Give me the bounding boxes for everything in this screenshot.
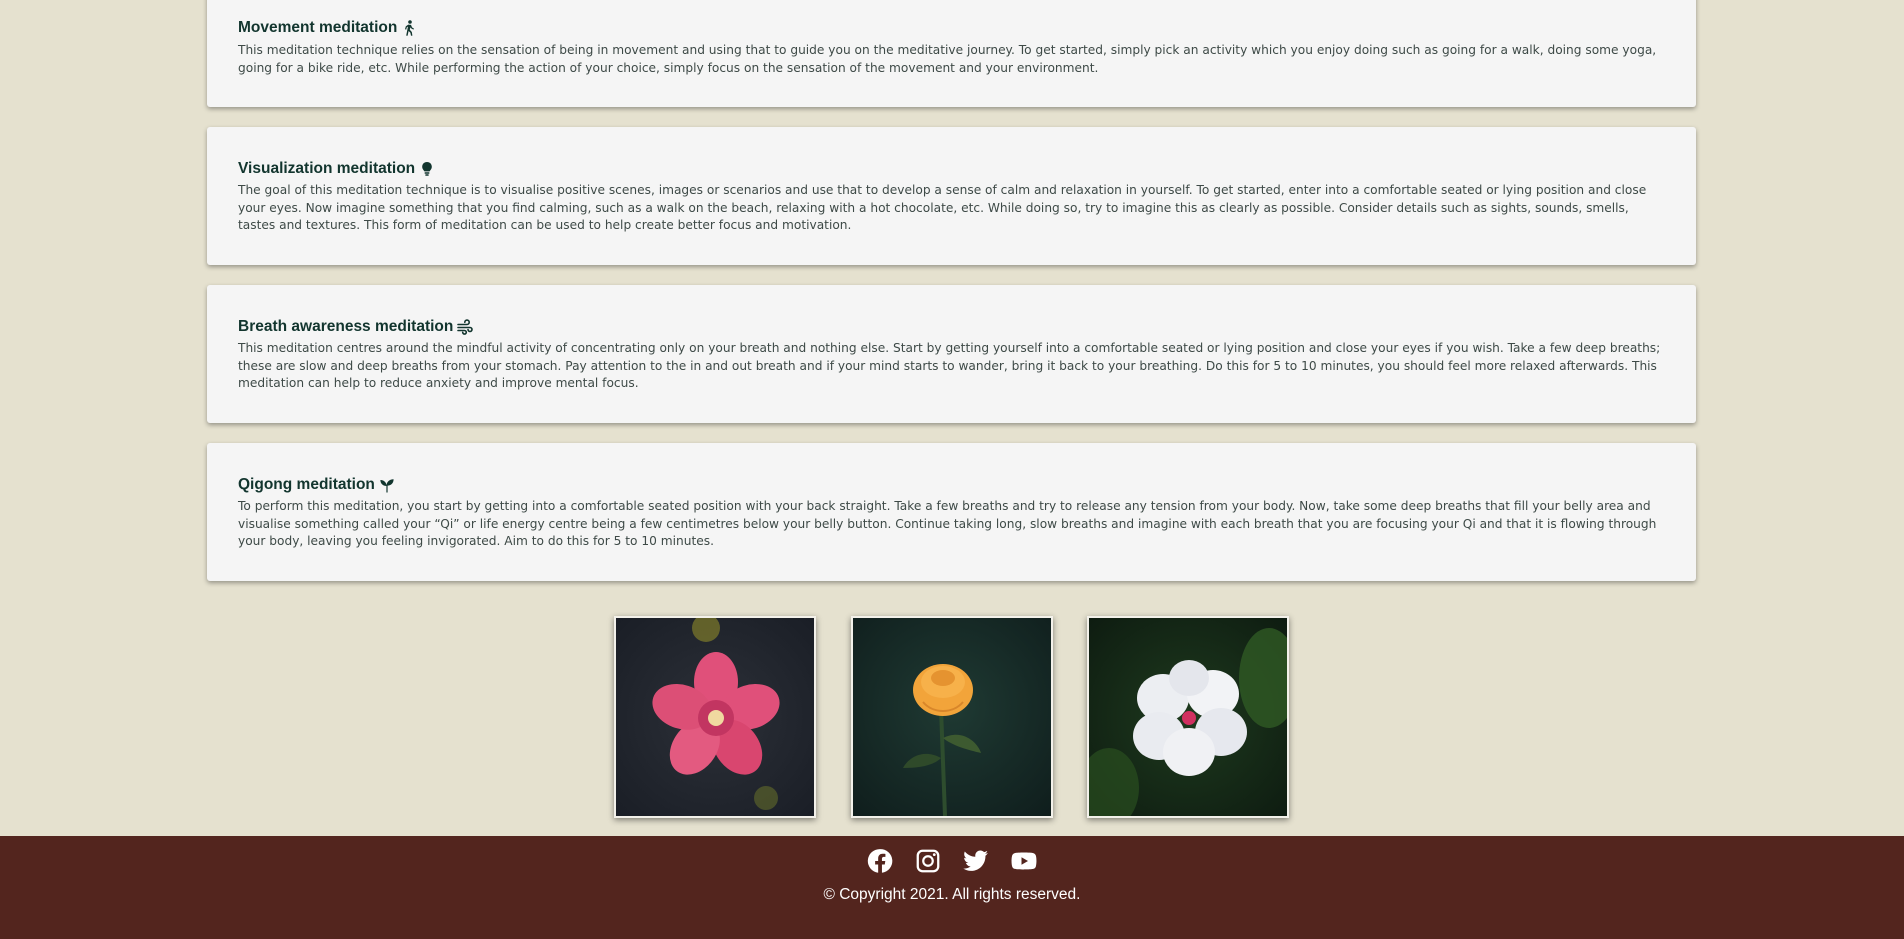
card-title-qigong: Qigong meditation: [238, 476, 395, 494]
white-flower-photo: [1087, 616, 1289, 818]
card-title-movement: Movement meditation: [238, 19, 417, 37]
copyright-text: © Copyright 2021. All rights reserved.: [823, 886, 1081, 903]
card-title-text: Visualization meditation: [238, 160, 416, 177]
instagram-link[interactable]: [915, 848, 941, 874]
card-text-qigong: To perform this meditation, you start by…: [238, 499, 1657, 548]
card-title-visualization: Visualization meditation: [238, 160, 435, 178]
site-footer: © Copyright 2021. All rights reserved.: [0, 836, 1904, 939]
card-title-text: Movement meditation: [238, 19, 398, 36]
twitter-icon: [963, 850, 988, 871]
walking-person-icon: [405, 20, 415, 36]
card-text-visualization: The goal of this meditation technique is…: [238, 183, 1647, 232]
social-links: [0, 848, 1904, 874]
card-title-breath: Breath awareness meditation: [238, 318, 474, 336]
meditation-card-breath: Breath awareness meditation This meditat…: [207, 285, 1696, 423]
facebook-icon: [867, 849, 893, 873]
wind-icon: [457, 319, 474, 335]
instagram-icon: [916, 849, 940, 873]
facebook-link[interactable]: [867, 848, 893, 874]
youtube-icon: [1011, 852, 1037, 870]
card-title-text: Breath awareness meditation: [238, 318, 454, 335]
meditation-card-visualization: Visualization meditation The goal of thi…: [207, 127, 1696, 265]
twitter-link[interactable]: [963, 848, 989, 874]
meditation-card-movement: Movement meditation This meditation tech…: [207, 0, 1696, 107]
lightbulb-icon: [422, 162, 432, 176]
card-text-breath: This meditation centres around the mindf…: [238, 341, 1661, 390]
seedling-icon: [380, 479, 394, 493]
card-title-text: Qigong meditation: [238, 476, 375, 493]
flower-gallery: [0, 616, 1904, 818]
pink-flower-photo: [614, 616, 816, 818]
card-text-movement: This meditation technique relies on the …: [238, 43, 1657, 75]
orange-rose-photo: [851, 616, 1053, 818]
youtube-link[interactable]: [1011, 848, 1037, 874]
meditation-card-qigong: Qigong meditation To perform this medita…: [207, 443, 1696, 581]
